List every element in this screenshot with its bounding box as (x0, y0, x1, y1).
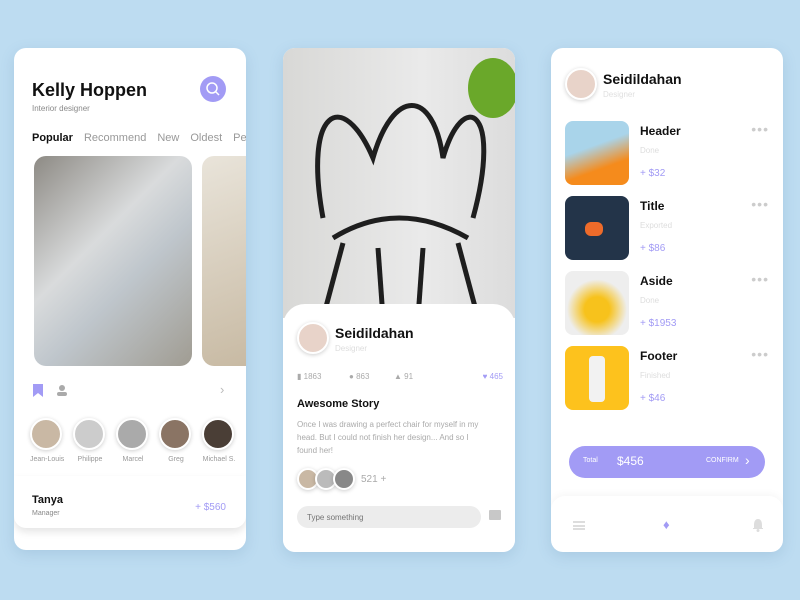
list-item[interactable]: Title Exported + $86 ••• (565, 196, 769, 260)
bookmark-icon[interactable] (32, 384, 44, 397)
footer-card[interactable]: Tanya Manager + $560 (14, 476, 246, 528)
item-status: Done (640, 146, 660, 155)
author-name: Seidildahan (335, 325, 414, 341)
item-title: Header (640, 124, 681, 138)
item-thumbnail (565, 346, 629, 410)
subtitle: Interior designer (32, 104, 90, 113)
more-options-icon[interactable]: ••• (751, 196, 769, 212)
author-role: Designer (335, 344, 368, 353)
bell-icon[interactable] (752, 518, 764, 532)
fire-icon[interactable]: ♦ (663, 517, 670, 532)
bottom-nav: ♦ (551, 496, 783, 552)
send-message-icon[interactable] (489, 510, 501, 520)
search-icon (206, 82, 220, 96)
tab-recommend[interactable]: Recommend (84, 132, 146, 144)
footer-name: Tanya (32, 494, 63, 506)
chevron-right-icon[interactable]: › (220, 382, 224, 397)
more-options-icon[interactable]: ••• (751, 346, 769, 362)
list-item[interactable]: Footer Finished + $46 ••• (565, 346, 769, 410)
chevron-right-icon: › (745, 452, 750, 468)
chair-image (315, 58, 515, 319)
participants[interactable]: 521 + (297, 468, 386, 490)
story-panel: Seidildahan Designer ▮ 1863 ● 863 ▲ 91 ♥… (283, 304, 515, 552)
user-role: Designer (603, 90, 636, 99)
interior-photo-2[interactable] (202, 156, 246, 366)
list-item[interactable]: Header Done + $32 ••• (565, 121, 769, 185)
thumbs-up-icon[interactable]: ▲ (394, 372, 402, 381)
category-tabs: Popular Recommend New Oldest Peop (32, 132, 246, 144)
total-label: Total (583, 457, 598, 464)
more-options-icon[interactable]: ••• (751, 121, 769, 137)
avatar[interactable] (565, 68, 597, 100)
item-amount: + $46 (640, 393, 666, 404)
person-item[interactable]: Greg (159, 418, 193, 463)
item-title: Title (640, 199, 665, 213)
person-item[interactable]: Michael S. (202, 418, 236, 463)
item-amount: + $86 (640, 243, 666, 254)
item-thumbnail (565, 271, 629, 335)
item-status: Done (640, 296, 660, 305)
item-title: Aside (640, 274, 673, 288)
orders-card: Seidildahan Designer Header Done + $32 •… (551, 48, 783, 552)
search-button[interactable] (200, 76, 226, 102)
user-name: Seidildahan (603, 71, 682, 87)
person-item[interactable]: Marcel (116, 418, 150, 463)
participants-count: 521 + (361, 473, 387, 485)
footer-role: Manager (32, 510, 60, 517)
confirm-button[interactable]: Total $456 CONFIRM › (569, 446, 765, 478)
item-amount: + $1953 (640, 318, 677, 329)
tab-people[interactable]: Peop (233, 132, 246, 144)
item-title: Footer (640, 349, 678, 363)
item-status: Exported (640, 221, 673, 230)
avatar[interactable] (297, 322, 329, 354)
tab-new[interactable]: New (157, 132, 179, 144)
story-title: Awesome Story (297, 398, 380, 410)
list-item[interactable]: Aside Done + $1953 ••• (565, 271, 769, 335)
heart-icon[interactable]: ♥ (483, 372, 488, 381)
story-card: Seidildahan Designer ▮ 1863 ● 863 ▲ 91 ♥… (283, 48, 515, 552)
item-status: Finished (640, 371, 671, 380)
item-thumbnail (565, 121, 629, 185)
tab-oldest[interactable]: Oldest (190, 132, 222, 144)
item-thumbnail (565, 196, 629, 260)
user-icon[interactable]: ● (349, 372, 354, 381)
people-list: Jean-Louis Philippe Marcel Greg Michael … (30, 418, 236, 463)
comment-input[interactable] (297, 506, 481, 528)
person-item[interactable]: Philippe (73, 418, 107, 463)
page-title: Kelly Hoppen (32, 80, 148, 100)
tab-popular[interactable]: Popular (32, 132, 73, 144)
user-icon[interactable] (56, 384, 68, 396)
chair-photo[interactable] (283, 48, 515, 319)
profile-card: Kelly Hoppen Interior designer Popular R… (14, 48, 246, 550)
menu-icon[interactable] (573, 521, 585, 530)
confirm-label: CONFIRM (706, 457, 739, 464)
interior-photo[interactable] (34, 156, 192, 366)
footer-amount: + $560 (195, 502, 226, 513)
person-item[interactable]: Jean-Louis (30, 418, 64, 463)
total-amount: $456 (617, 454, 644, 468)
story-text: Once I was drawing a perfect chair for m… (297, 420, 479, 455)
bookmark-icon[interactable]: ▮ (297, 372, 301, 381)
more-options-icon[interactable]: ••• (751, 271, 769, 287)
item-amount: + $32 (640, 168, 666, 179)
